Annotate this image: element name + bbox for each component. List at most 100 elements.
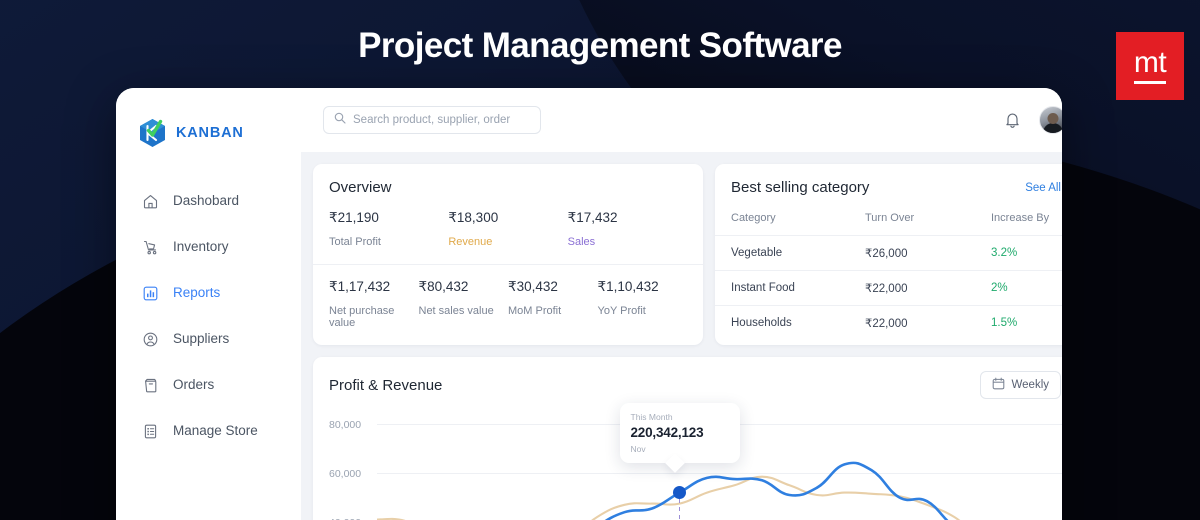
cell-turn-over: ₹22,000 [865,305,991,340]
search-input[interactable] [353,114,530,126]
y-axis-tick-60000: 60,000 [329,468,362,480]
metric-value: ₹21,190 [329,210,379,225]
cell-category: Vegetable [715,235,865,271]
metric-label: MoM Profit [508,305,562,317]
metric-label: Sales [567,236,596,248]
metric-value: ₹17,432 [567,210,618,225]
metric-mom-profit: ₹30,432 MoM Profit [508,279,598,329]
page-title: Project Management Software [358,26,842,65]
metric-yoy-profit: ₹1,10,432 YoY Profit [598,279,688,329]
metric-label: Net purchase value [329,305,395,329]
top-cards-row: Overview ₹21,190 Total Profit ₹18,300 Re… [313,164,1062,345]
cell-turn-over: ₹26,000 [865,235,991,271]
metric-total-profit: ₹21,190 Total Profit [329,210,448,248]
search-bar[interactable] [323,106,541,134]
metric-label: YoY Profit [597,305,646,317]
cell-increase-by: 1.5% [991,305,1062,340]
metric-value: ₹1,10,432 [597,279,659,294]
best-selling-category-card: Best selling category See All Category T… [715,164,1062,345]
user-circle-icon [142,331,159,348]
metric-net-sales-value: ₹80,432 Net sales value [419,279,509,329]
sidebar-item-label: Inventory [173,239,229,255]
app-name: KANBAN [176,125,244,141]
line-series-profit [604,461,949,520]
sidebar-item-label: Suppliers [173,331,230,347]
sidebar-item-label: Manage Store [173,423,258,439]
sidebar-item-label: Orders [173,377,215,393]
y-axis-tick-80000: 80,000 [329,419,362,431]
dashboard-window: KANBAN Dashobard Inventory Reports Suppl… [116,88,1062,520]
sidebar-item-manage-store[interactable]: Manage Store [116,416,301,446]
mt-logo-text: mt [1133,46,1167,79]
sidebar-item-label: Dashobard [173,193,240,209]
cell-category: Instant Food [715,270,865,306]
metric-label: Total Profit [329,236,381,248]
column-header-turn-over: Turn Over [865,212,915,224]
metric-label: Net sales value [418,305,494,317]
mt-brand-logo: mt [1116,32,1184,100]
best-selling-title: Best selling category [731,179,870,196]
dashboard-content: Overview ₹21,190 Total Profit ₹18,300 Re… [301,152,1062,520]
sidebar-item-orders[interactable]: Orders [116,370,301,400]
overview-secondary-metrics: ₹1,17,432 Net purchase value ₹80,432 Net… [313,264,703,345]
table-row: Vegetable ₹26,000 3.2% [715,235,1062,271]
chart-title: Profit & Revenue [329,376,443,394]
bar-chart-icon [142,285,159,302]
sidebar-item-suppliers[interactable]: Suppliers [116,324,301,354]
sidebar-item-inventory[interactable]: Inventory [116,232,301,262]
column-header-category: Category [731,212,776,224]
metric-net-purchase-value: ₹1,17,432 Net purchase value [329,279,419,329]
metric-revenue: ₹18,300 Revenue [448,210,567,248]
app-brand[interactable]: KANBAN [116,104,301,154]
sidebar-item-dashobard[interactable]: Dashobard [116,186,301,216]
avatar[interactable] [1039,106,1062,134]
line-series-revenue [377,475,961,520]
highlight-vertical-line [678,498,681,520]
column-header-increase-by: Increase By [991,212,1050,224]
clipboard-icon [142,423,159,440]
weekly-label: Weekly [1011,379,1050,391]
mt-logo-underline [1133,81,1167,84]
weekly-range-button[interactable]: Weekly [979,371,1061,399]
calendar-icon [992,377,1005,393]
box-icon [142,377,159,394]
notification-bell-icon[interactable] [1004,111,1021,129]
table-row: Instant Food ₹22,000 2% [715,270,1062,306]
kanban-hexagon-check-logo [138,118,167,148]
tooltip-bottom-label: Nov [630,444,646,454]
search-icon [334,111,346,129]
overview-card: Overview ₹21,190 Total Profit ₹18,300 Re… [313,164,703,345]
sidebar-nav: Dashobard Inventory Reports Suppliers Or… [116,186,301,446]
cell-increase-by: 3.2% [991,235,1062,271]
trolley-icon [142,239,159,256]
sidebar: KANBAN Dashobard Inventory Reports Suppl… [116,88,301,520]
sidebar-item-reports[interactable]: Reports [116,278,301,308]
overview-title: Overview [329,179,392,196]
top-header [301,88,1062,152]
chart-header: Profit & Revenue Weekly [313,357,1062,399]
metric-label: Revenue [448,236,493,248]
overview-primary-metrics: ₹21,190 Total Profit ₹18,300 Revenue ₹17… [313,196,703,264]
best-selling-header: Best selling category See All [715,164,1062,196]
see-all-link[interactable]: See All [1025,182,1061,194]
metric-value: ₹30,432 [508,279,558,294]
profit-revenue-chart-card: Profit & Revenue Weekly 80,000 60,000 40… [313,357,1062,520]
tooltip-top-label: This Month [630,412,673,422]
header-actions [1004,106,1062,134]
dashboard-main: Overview ₹21,190 Total Profit ₹18,300 Re… [301,88,1062,520]
cell-increase-by: 2% [991,270,1062,306]
chart-tooltip: This Month 220,342,123 Nov [619,403,740,473]
table-header-row: Category Turn Over Increase By [715,206,1062,236]
table-row: Households ₹22,000 1.5% [715,305,1062,340]
metric-value: ₹80,432 [418,279,469,294]
sidebar-item-label: Reports [173,285,221,301]
cell-turn-over: ₹22,000 [865,270,991,306]
metric-value: ₹18,300 [448,210,499,225]
metric-value: ₹1,17,432 [329,279,391,294]
highlight-data-point[interactable] [673,486,686,500]
tooltip-value: 220,342,123 [630,425,704,440]
best-selling-table: Category Turn Over Increase By Vegetable… [715,206,1062,340]
home-icon [142,193,159,210]
chart-plot-area: 80,000 60,000 40,000 This Month 220,34 [313,403,1062,520]
cell-category: Households [715,305,865,340]
